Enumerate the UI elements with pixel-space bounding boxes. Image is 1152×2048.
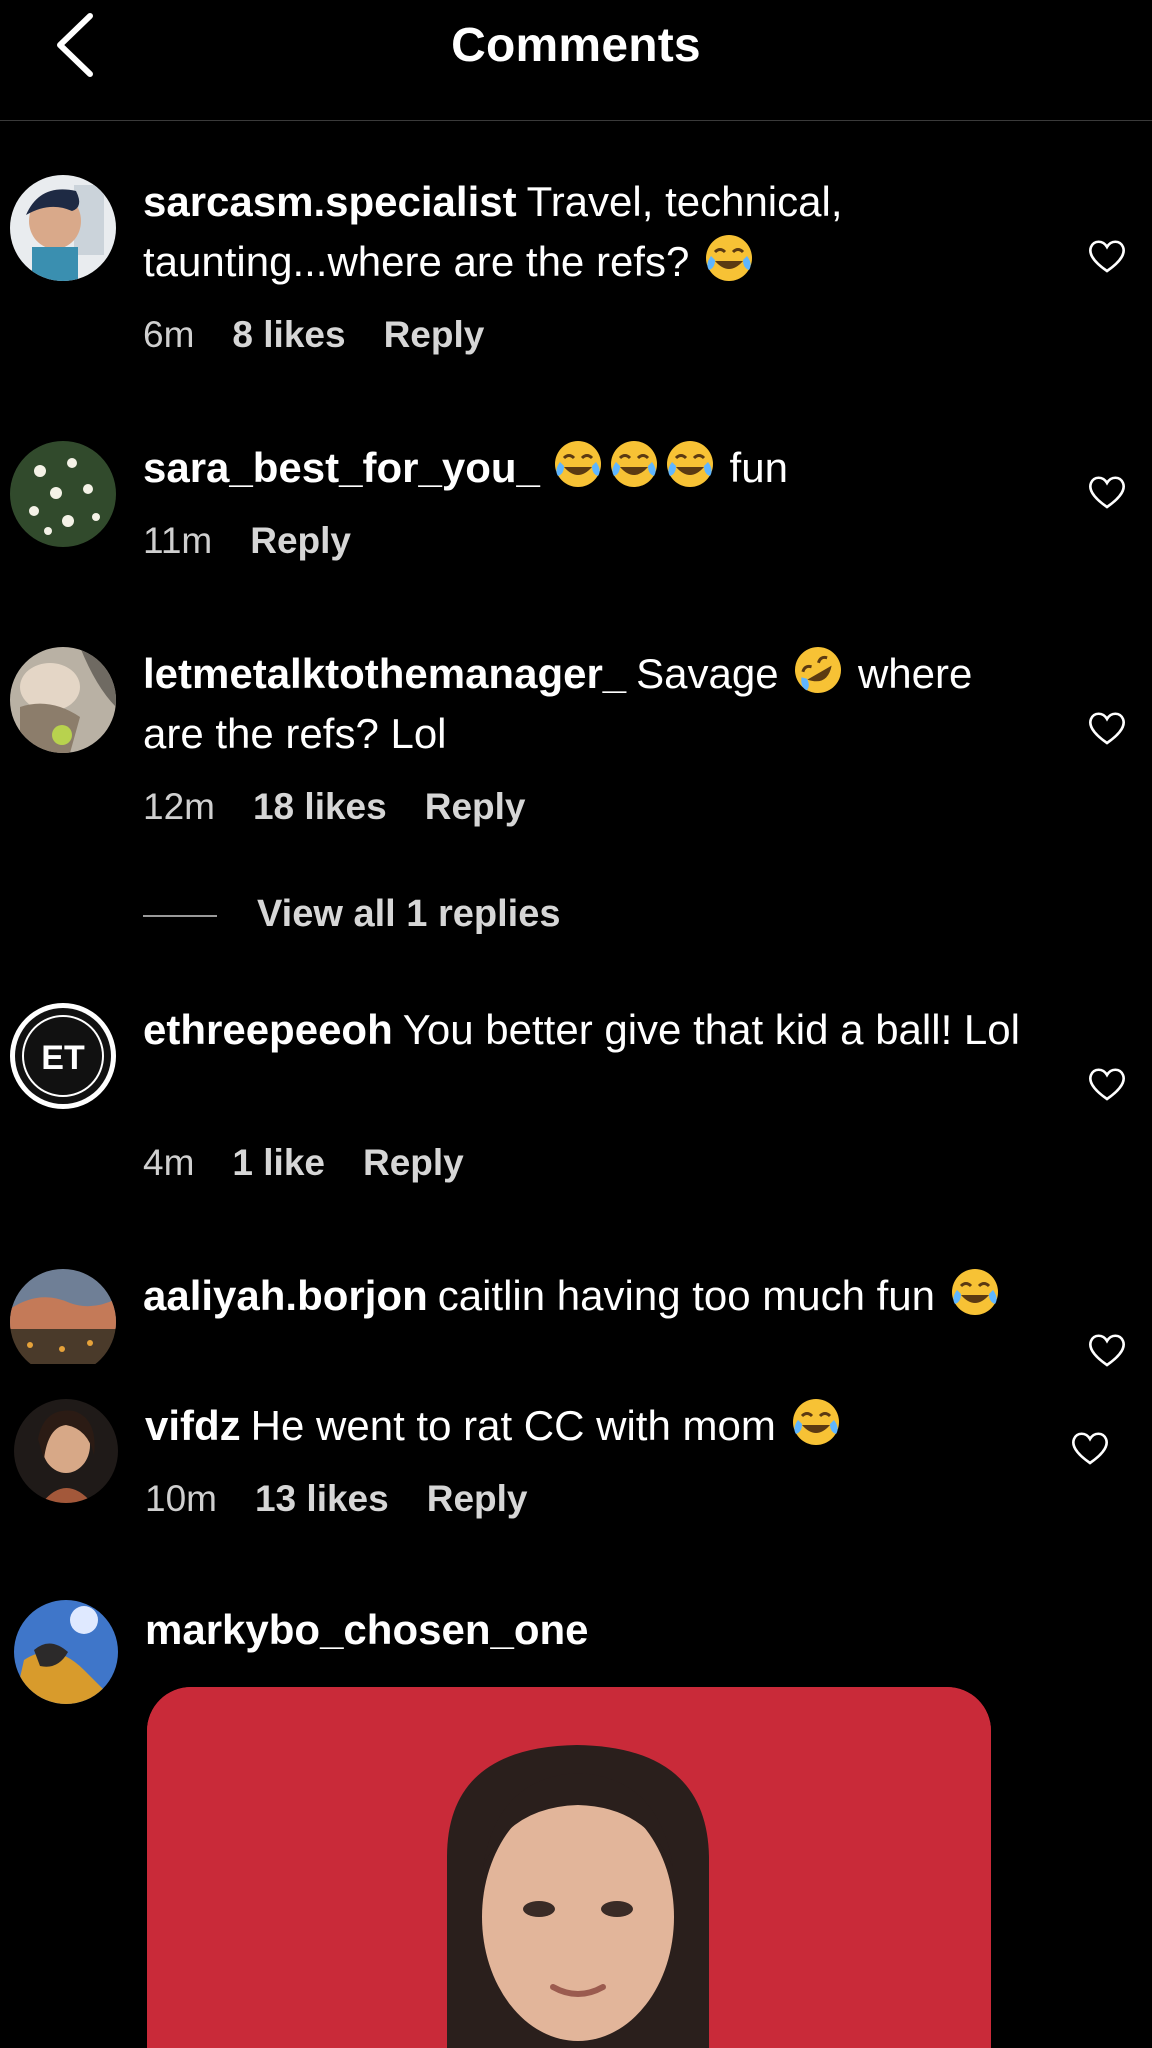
- comment-username[interactable]: vifdz: [145, 1402, 241, 1449]
- comment-meta: 12m 18 likes Reply: [143, 786, 563, 828]
- comment-likes[interactable]: 18 likes: [253, 786, 387, 828]
- avatar[interactable]: [10, 441, 116, 547]
- comment-body: markybo_chosen_one: [145, 1600, 1045, 1660]
- comment-likes[interactable]: 13 likes: [255, 1478, 389, 1520]
- comment-username[interactable]: aaliyah.borjon: [143, 1272, 428, 1319]
- avatar[interactable]: [14, 1399, 118, 1503]
- comment-body: vifdz He went to rat CC with mom: [145, 1396, 1045, 1456]
- comment-time: 11m: [143, 520, 213, 561]
- heart-icon[interactable]: [1087, 1332, 1127, 1368]
- comment-time: 6m: [143, 314, 195, 355]
- heart-icon[interactable]: [1070, 1430, 1110, 1466]
- comment-time: 4m: [143, 1142, 195, 1183]
- comment-username[interactable]: ethreepeeoh: [143, 1006, 393, 1053]
- comment-text: You better give that kid a ball! Lol: [402, 1006, 1020, 1053]
- reply-button[interactable]: Reply: [363, 1142, 464, 1184]
- comment-text: He went to rat CC with mom: [250, 1402, 776, 1449]
- avatar-monogram: ET: [41, 1039, 85, 1077]
- tears-of-joy-emoji-icon: [792, 1399, 839, 1445]
- comment-time: 10m: [145, 1478, 217, 1519]
- avatar[interactable]: [10, 175, 116, 281]
- reply-button[interactable]: Reply: [427, 1478, 528, 1520]
- comment-body: sara_best_for_you_ fun: [143, 438, 1043, 498]
- comment-body: ethreepeeoh You better give that kid a ba…: [143, 1000, 1043, 1060]
- comment-likes[interactable]: 8 likes: [232, 314, 345, 356]
- comment-username[interactable]: sara_best_for_you_: [143, 444, 540, 491]
- comment-body: aaliyah.borjon caitlin having too much fu…: [143, 1266, 1043, 1326]
- reply-button[interactable]: Reply: [384, 314, 485, 356]
- comment-time: 12m: [143, 786, 215, 827]
- comment-body: sarcasm.specialist Travel, technical, tau…: [143, 172, 1043, 292]
- comment-username[interactable]: letmetalktothemanager_: [143, 650, 626, 697]
- avatar[interactable]: ET: [10, 1003, 116, 1109]
- comment-meta: 10m 13 likes Reply: [145, 1478, 565, 1520]
- page-title: Comments: [451, 19, 701, 72]
- comment-text: fun: [729, 444, 788, 491]
- avatar[interactable]: [10, 1269, 116, 1364]
- heart-icon[interactable]: [1087, 238, 1127, 274]
- divider: [143, 914, 217, 917]
- rolling-laughing-emoji-icon: [795, 647, 842, 693]
- tears-of-joy-emoji-icon: [706, 235, 752, 281]
- comment-username[interactable]: sarcasm.specialist: [143, 178, 517, 225]
- reply-button[interactable]: Reply: [250, 520, 351, 562]
- comment-meta: 4m 1 like Reply: [143, 1142, 502, 1184]
- avatar[interactable]: [14, 1600, 118, 1704]
- comment-meta: 6m 8 likes Reply: [143, 314, 522, 356]
- comment-meta: 11m Reply: [143, 520, 389, 562]
- heart-icon[interactable]: [1087, 710, 1127, 746]
- comment-username[interactable]: markybo_chosen_one: [145, 1606, 589, 1653]
- comments-screen: Comments sarcasm.specialist Travel, techn…: [0, 0, 1152, 2048]
- tears-of-joy-emoji-icon: [610, 441, 657, 487]
- view-replies-link[interactable]: View all 1 replies: [143, 893, 560, 936]
- tears-of-joy-emoji-icon: [554, 441, 601, 487]
- comment-text: Savage: [636, 650, 779, 697]
- comment-item: aaliyah.borjon caitlin having too much fu…: [0, 1266, 1152, 1364]
- avatar[interactable]: [10, 647, 116, 753]
- view-replies-label: View all 1 replies: [257, 893, 561, 935]
- heart-icon[interactable]: [1087, 1066, 1127, 1102]
- comment-text: caitlin having too much fun: [437, 1272, 936, 1319]
- heart-icon[interactable]: [1087, 474, 1127, 510]
- comment-media-image[interactable]: [147, 1687, 991, 2048]
- comment-body: letmetalktothemanager_ Savage where are t…: [143, 644, 1043, 764]
- tears-of-joy-emoji-icon: [666, 441, 713, 487]
- comment-likes[interactable]: 1 like: [232, 1142, 325, 1184]
- header: Comments: [0, 0, 1152, 121]
- tears-of-joy-emoji-icon: [951, 1269, 998, 1315]
- reply-button[interactable]: Reply: [425, 786, 526, 828]
